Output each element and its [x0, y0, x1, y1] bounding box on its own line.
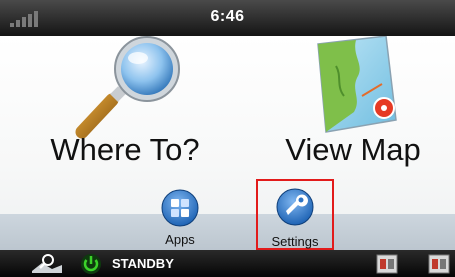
settings-label: Settings	[271, 234, 319, 249]
settings-button[interactable]: Settings	[256, 179, 334, 250]
view-map-button[interactable]: View Map	[278, 36, 428, 176]
clock: 6:46	[210, 8, 245, 25]
apps-button[interactable]: Apps	[148, 186, 212, 250]
device-screen: 6:46 Where To? View Map Apps Settings ST…	[0, 0, 455, 277]
map-search-icon[interactable]	[30, 253, 64, 275]
power-icon[interactable]	[80, 253, 102, 275]
apps-label: Apps	[165, 232, 195, 247]
bottom-bar: STANDBY	[0, 250, 455, 277]
map-icon	[317, 36, 397, 133]
where-to-button[interactable]: Where To?	[40, 36, 210, 176]
input-source-icon[interactable]	[376, 254, 398, 274]
app-dock	[0, 214, 455, 250]
standby-label: STANDBY	[112, 256, 174, 271]
where-to-label: Where To?	[50, 132, 200, 167]
input-source-icon-2[interactable]	[428, 254, 450, 274]
main-menu: Where To? View Map Apps Settings	[0, 36, 455, 250]
status-bar: 6:46	[0, 0, 455, 36]
magnifying-glass-icon	[75, 36, 180, 139]
apps-icon	[161, 189, 199, 227]
wrench-icon	[276, 188, 314, 226]
view-map-label: View Map	[285, 132, 421, 167]
